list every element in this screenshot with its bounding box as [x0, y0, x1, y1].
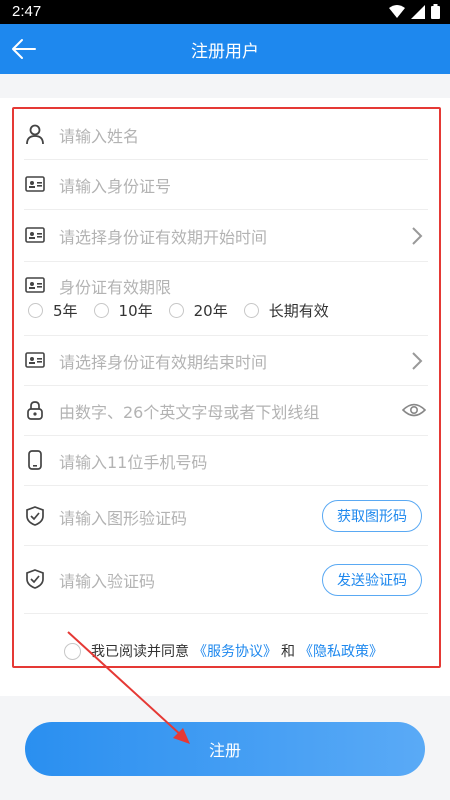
- register-button[interactable]: 注册: [25, 722, 425, 776]
- status-bar: 2:47: [0, 0, 450, 24]
- agreement-and-text: 和: [281, 644, 295, 660]
- app-bar: 注册用户: [0, 24, 450, 74]
- annotation-highlight-box: [12, 107, 441, 668]
- agreement-text: 我已阅读并同意: [91, 644, 189, 660]
- signal-icon: [411, 4, 425, 19]
- service-agreement-link[interactable]: 《服务协议》: [193, 641, 277, 661]
- agreement-row: 我已阅读并同意 《服务协议》 和 《隐私政策》: [64, 640, 387, 662]
- agreement-checkbox[interactable]: [64, 642, 81, 660]
- status-time: 2:47: [12, 3, 42, 20]
- battery-icon: [431, 4, 440, 19]
- page-title: 注册用户: [191, 42, 259, 62]
- privacy-policy-link[interactable]: 《隐私政策》: [299, 641, 383, 661]
- status-icons: [389, 4, 440, 19]
- wifi-icon: [389, 4, 405, 18]
